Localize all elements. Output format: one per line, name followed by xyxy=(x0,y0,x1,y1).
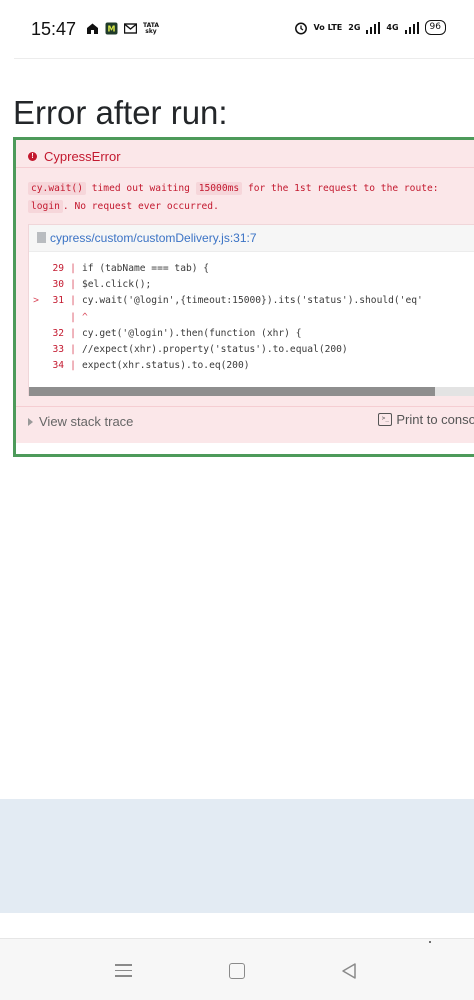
code-line: 30 | $el.click(); xyxy=(29,277,474,293)
code-line-text: if (tabName === tab) { xyxy=(82,263,210,274)
terminal-icon: >_ xyxy=(378,413,393,426)
print-to-console-button[interactable]: >_ Print to console xyxy=(378,412,474,427)
page-heading: Error after run: xyxy=(13,94,228,131)
code-line-number xyxy=(43,310,64,326)
network-2g-label: 2G xyxy=(348,22,361,32)
signal-icon xyxy=(366,21,381,34)
signal-icon-2 xyxy=(404,21,419,34)
code-line-gutter: | xyxy=(70,311,76,323)
code-line-text: cy.wait('@login',{timeout:15000}).its('s… xyxy=(82,295,423,307)
battery-indicator: 96 xyxy=(424,20,446,35)
error-footer-divider xyxy=(16,406,474,407)
message-text-3: . No request ever occurred. xyxy=(62,201,219,212)
top-divider xyxy=(14,58,474,59)
stack-trace-label: View stack trace xyxy=(39,414,134,429)
volte-label: Vo LTE xyxy=(313,22,343,32)
code-line-number: 31 xyxy=(52,295,64,307)
alarm-icon xyxy=(294,22,307,34)
code-line-marker: > xyxy=(33,295,39,307)
message-text-1: timed out waiting xyxy=(85,183,196,194)
code-line-marker xyxy=(29,342,43,358)
file-icon xyxy=(37,232,46,243)
status-bar: 15:47 M TATA sky Vo LTE 2G 4G 96 xyxy=(0,0,474,58)
system-nav-bar xyxy=(0,938,474,1000)
code-line-marker xyxy=(29,358,43,374)
home-icon xyxy=(87,23,98,34)
home-button-icon[interactable] xyxy=(229,963,245,979)
view-stack-trace-button[interactable]: View stack trace xyxy=(28,414,133,429)
code-line-text: ^ xyxy=(82,311,88,323)
status-right: Vo LTE 2G 4G 96 xyxy=(294,20,446,35)
messages-app-icon: M xyxy=(105,22,118,35)
back-icon[interactable] xyxy=(340,962,358,980)
code-line-text: //expect(xhr).property('status').to.equa… xyxy=(82,343,348,355)
network-4g-label: 4G xyxy=(386,22,399,32)
code-line-marker xyxy=(29,261,43,277)
code-line-gutter: | xyxy=(70,343,76,355)
error-icon: ! xyxy=(28,152,37,161)
error-divider xyxy=(16,167,474,168)
message-text-2: for the 1st request to the route: xyxy=(242,183,439,194)
code-line-gutter: | xyxy=(70,295,76,307)
code-line: 34 | expect(xhr.status).to.eq(200) xyxy=(29,358,474,374)
code-line-number: 29 xyxy=(52,263,64,274)
horizontal-scrollbar[interactable] xyxy=(29,387,474,396)
file-link[interactable]: cypress/custom/customDelivery.js:31:7 xyxy=(50,231,257,245)
code-frame: cypress/custom/customDelivery.js:31:7 29… xyxy=(28,224,474,396)
code-line-number: 32 xyxy=(52,327,64,339)
nav-indicator-dot xyxy=(429,941,431,943)
code-line-gutter: | xyxy=(70,263,76,274)
code-line-text: cy.get('@login').then(function (xhr) { xyxy=(82,327,302,339)
code-line-gutter: | xyxy=(70,327,76,339)
error-screenshot-panel: ! CypressError cy.wait() timed out waiti… xyxy=(13,137,474,457)
code-line: 32 | cy.get('@login').then(function (xhr)… xyxy=(29,326,474,342)
svg-text:M: M xyxy=(108,25,116,34)
code-line: 33 | //expect(xhr).property('status').to.… xyxy=(29,342,474,358)
code-line-marker xyxy=(29,310,43,326)
code-frame-header: cypress/custom/customDelivery.js:31:7 xyxy=(29,225,474,252)
code-line-text: $el.click(); xyxy=(82,279,152,291)
code-line: 29 | if (tabName === tab) { xyxy=(29,261,474,277)
code-line-marker xyxy=(29,277,43,293)
code-line-number: 30 xyxy=(52,279,64,291)
scrollbar-thumb[interactable] xyxy=(29,387,435,396)
code-line-text: expect(xhr.status).to.eq(200) xyxy=(82,360,250,372)
code-line: >31 | cy.wait('@login',{timeout:15000}).i… xyxy=(29,293,474,309)
message-chip-wait: cy.wait() xyxy=(28,182,86,195)
recent-apps-icon[interactable] xyxy=(115,964,132,977)
cypress-error-box: ! CypressError cy.wait() timed out waiti… xyxy=(16,140,474,443)
code-lines: 29 | if (tabName === tab) { 30 | $el.click(… xyxy=(29,261,474,374)
carrier-logo: TATA sky xyxy=(143,21,160,35)
code-line-marker xyxy=(29,326,43,342)
ad-placeholder-band xyxy=(0,799,474,913)
error-message: cy.wait() timed out waiting 15000ms for … xyxy=(28,180,474,216)
code-line-gutter: | xyxy=(70,279,76,291)
status-time: 15:47 xyxy=(31,19,77,39)
notification-icons: M TATA sky xyxy=(86,22,159,35)
console-label: Print to console xyxy=(396,412,474,427)
code-line-gutter: | xyxy=(70,360,76,372)
caret-right-icon xyxy=(28,417,33,426)
code-line-number: 34 xyxy=(52,360,64,372)
error-title: ! CypressError xyxy=(28,149,121,164)
message-chip-timeout: 15000ms xyxy=(195,182,243,195)
error-title-text: CypressError xyxy=(44,149,121,164)
message-chip-route: login xyxy=(28,200,63,213)
code-line-number: 33 xyxy=(52,343,64,355)
gmail-icon xyxy=(124,23,137,34)
code-line: | ^ xyxy=(29,310,474,326)
